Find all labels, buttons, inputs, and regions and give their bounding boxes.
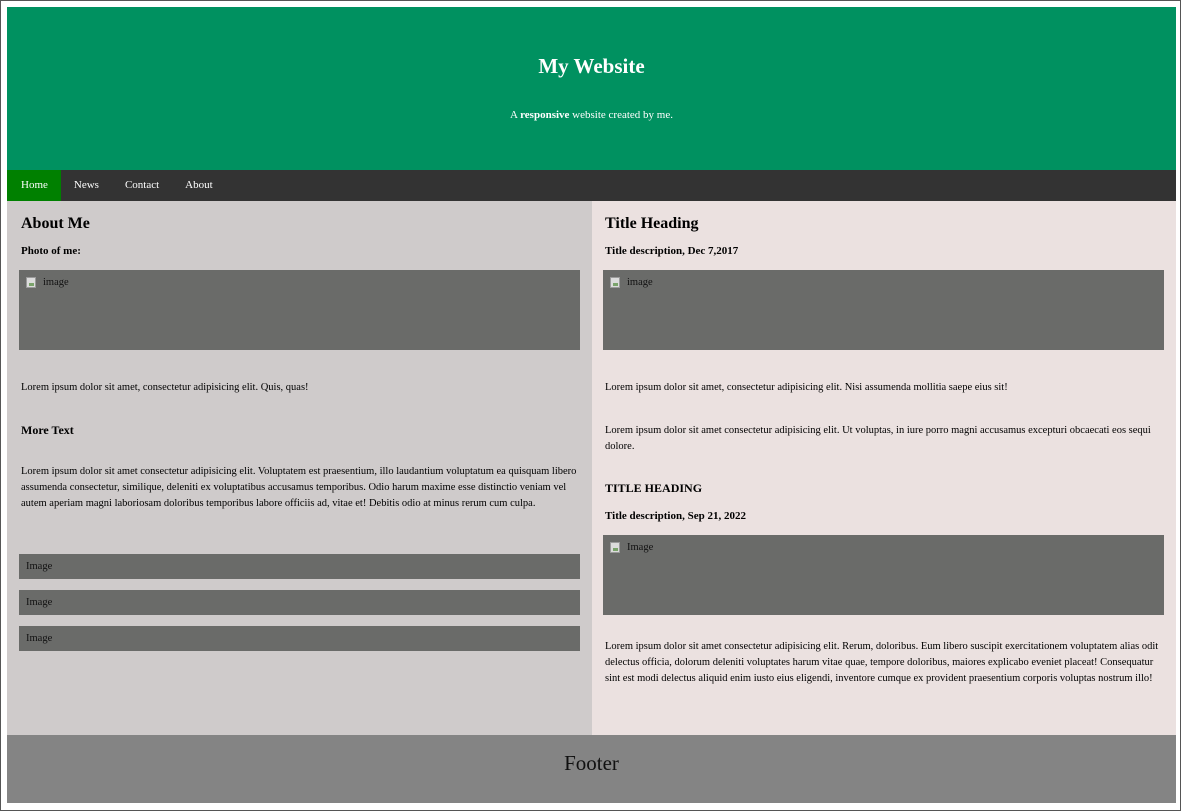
post-text-2: Lorem ipsum dolor sit amet consectetur a…	[605, 425, 1151, 452]
left-column: About Me Photo of me: image Lorem ipsum …	[7, 201, 592, 735]
more-heading: More Text	[21, 423, 74, 437]
post-image-1-alt: image	[627, 277, 653, 288]
title-heading-2: TITLE HEADING	[605, 481, 703, 495]
about-heading: About Me	[21, 215, 90, 232]
photo-image: image	[19, 270, 580, 350]
photo-label: Photo of me:	[21, 245, 81, 257]
site-title: My Website	[538, 54, 645, 78]
browser-frame: My Website A responsive website created …	[0, 0, 1181, 811]
image-bar-2: Image	[19, 590, 580, 615]
image-bar-3: Image	[19, 626, 580, 651]
post-image-2: Image	[603, 535, 1164, 615]
navbar: Home News Contact About	[7, 170, 1176, 201]
title-description-1: Title description, Dec 7,2017	[605, 245, 739, 257]
broken-image-icon	[610, 542, 620, 553]
broken-image-icon	[26, 277, 36, 288]
page: My Website A responsive website created …	[7, 7, 1176, 803]
nav-home[interactable]: Home	[7, 170, 61, 201]
post-image-2-alt: Image	[627, 542, 654, 553]
photo-alt: image	[43, 277, 69, 288]
nav-news[interactable]: News	[61, 170, 112, 201]
site-tagline: A responsive website created by me.	[7, 109, 1176, 121]
footer-text: Footer	[564, 751, 619, 775]
post-text-3: Lorem ipsum dolor sit amet consectetur a…	[605, 641, 1159, 684]
more-text: Lorem ipsum dolor sit amet consectetur a…	[21, 466, 577, 509]
broken-image-icon	[610, 277, 620, 288]
nav-contact[interactable]: Contact	[112, 170, 172, 201]
right-column: Title Heading Title description, Dec 7,2…	[592, 201, 1176, 735]
site-header: My Website A responsive website created …	[7, 7, 1176, 170]
tagline-bold: responsive	[520, 109, 570, 121]
post-image-1: image	[603, 270, 1164, 350]
tagline-prefix: A	[510, 109, 521, 121]
title-description-2: Title description, Sep 21, 2022	[605, 510, 746, 522]
nav-about[interactable]: About	[172, 170, 226, 201]
title-heading: Title Heading	[605, 215, 699, 232]
post-text-1: Lorem ipsum dolor sit amet, consectetur …	[605, 382, 1008, 393]
site-footer: Footer	[7, 735, 1176, 803]
image-bar-1: Image	[19, 554, 580, 579]
intro-text: Lorem ipsum dolor sit amet, consectetur …	[21, 382, 309, 393]
tagline-suffix: website created by me.	[569, 109, 673, 121]
